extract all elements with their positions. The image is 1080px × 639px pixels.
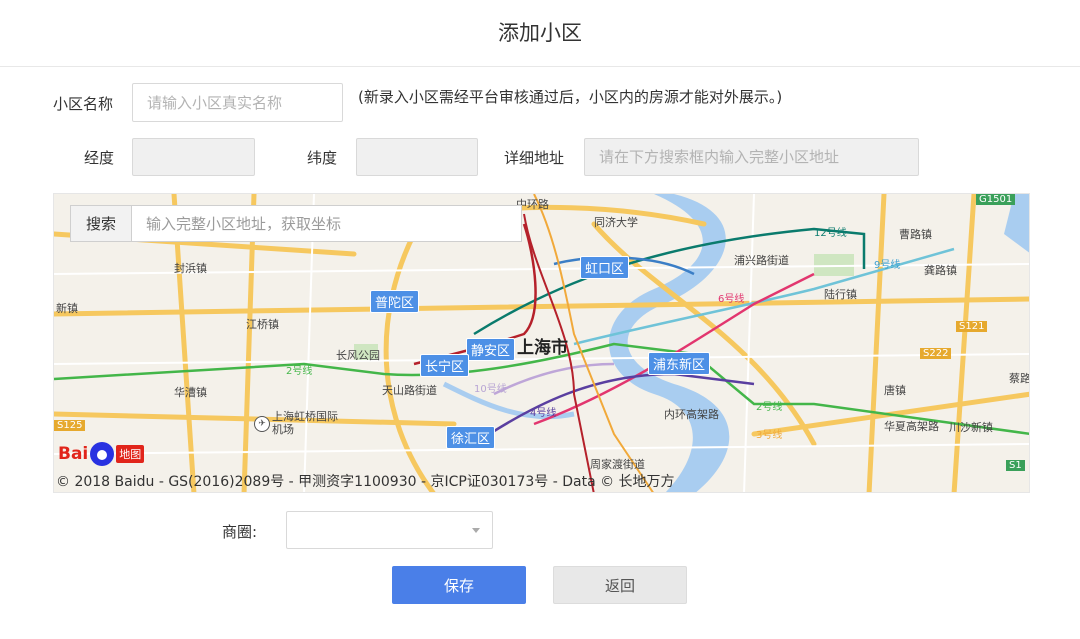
- metro-line-label: 3号线: [756, 430, 783, 441]
- road-badge: S222: [920, 348, 952, 359]
- baidu-logo-map-text: 地图: [116, 445, 145, 463]
- latitude-label: 纬度: [307, 149, 338, 167]
- road-badge: S1: [1006, 460, 1025, 471]
- district-badge: 浦东新区: [648, 352, 711, 375]
- save-button[interactable]: 保存: [392, 566, 526, 604]
- place-label: 陆行镇: [824, 288, 857, 301]
- metro-line-label: 12号线: [814, 228, 847, 239]
- community-name-label: 小区名称: [53, 95, 114, 113]
- map-search-input[interactable]: [132, 206, 521, 241]
- place-label: 上海虹桥国际机场: [272, 410, 338, 436]
- place-label: 唐镇: [884, 384, 906, 397]
- city-label: 上海市: [517, 338, 568, 358]
- place-label: 华夏高架路: [884, 420, 939, 433]
- place-label: 同济大学: [594, 216, 638, 229]
- place-label: 蔡路: [1009, 372, 1030, 385]
- road-badge: G1501: [976, 194, 1016, 205]
- place-label: 龚路镇: [924, 264, 957, 277]
- map-copyright: © 2018 Baidu - GS(2016)2089号 - 甲测资字11009…: [56, 474, 675, 490]
- metro-line-label: 10号线: [474, 384, 507, 395]
- address-label: 详细地址: [504, 149, 565, 167]
- baidu-paw-icon: [90, 442, 115, 466]
- district-badge: 普陀区: [370, 290, 420, 313]
- metro-line-label: 6号线: [718, 294, 745, 305]
- place-label: 华漕镇: [174, 386, 207, 399]
- place-label: 川沙新镇: [949, 421, 993, 434]
- district-badge: 徐汇区: [446, 426, 496, 449]
- road-badge: S121: [956, 321, 988, 332]
- business-area-label: 商圈:: [222, 523, 258, 541]
- back-button[interactable]: 返回: [553, 566, 687, 604]
- metro-line-label: 4号线: [530, 408, 557, 419]
- district-badge: 静安区: [466, 338, 516, 361]
- baidu-map-logo: Bai 地图: [58, 440, 145, 468]
- metro-line-label: 2号线: [756, 402, 783, 413]
- community-name-input[interactable]: [132, 83, 343, 122]
- dialog-title: 添加小区: [0, 0, 1080, 67]
- business-area-select[interactable]: [286, 511, 493, 549]
- metro-line-label: 9号线: [874, 260, 901, 271]
- place-label: 新镇: [56, 302, 78, 315]
- place-label: 浦兴路街道: [734, 254, 789, 267]
- place-label: 周家渡街道: [590, 458, 645, 471]
- longitude-input: [132, 138, 255, 176]
- road-badge: S125: [54, 420, 86, 431]
- longitude-label: 经度: [84, 149, 115, 167]
- place-label: 天山路街道: [382, 384, 437, 397]
- map-search-button[interactable]: 搜索: [71, 206, 132, 241]
- address-input: [584, 138, 919, 176]
- district-badge: 虹口区: [580, 256, 630, 279]
- latitude-input: [356, 138, 478, 176]
- place-label: 封浜镇: [174, 262, 207, 275]
- district-badge: 长宁区: [420, 354, 470, 377]
- name-review-hint: (新录入小区需经平台审核通过后，小区内的房源才能对外展示。): [358, 88, 783, 106]
- map-container[interactable]: 普陀区 虹口区 静安区 长宁区 浦东新区 徐汇区 上海市 中环路 同济大学 曹路…: [53, 193, 1030, 493]
- airport-icon: ✈: [254, 416, 270, 432]
- baidu-logo-text: Bai: [58, 444, 89, 464]
- map-search-bar: 搜索: [70, 205, 522, 242]
- metro-line-label: 2号线: [286, 366, 313, 377]
- place-label: 长风公园: [336, 349, 380, 362]
- place-label: 曹路镇: [899, 228, 932, 241]
- place-label: 内环高架路: [664, 408, 719, 421]
- chevron-down-icon: [472, 528, 480, 533]
- place-label: 江桥镇: [246, 318, 279, 331]
